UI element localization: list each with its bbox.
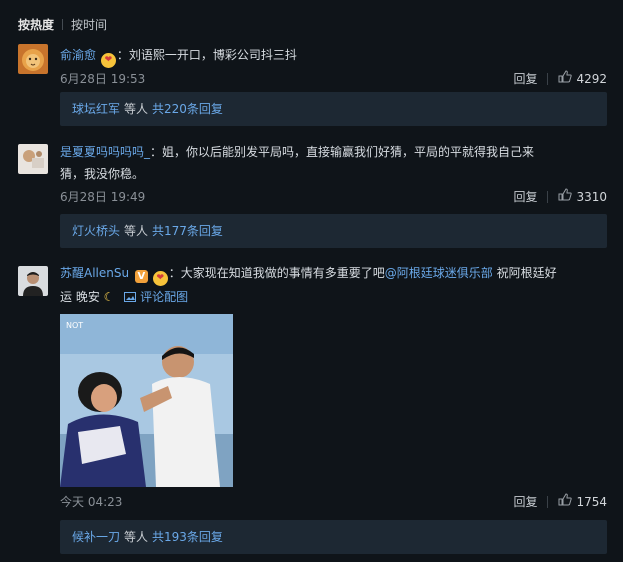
sort-divider <box>62 18 64 30</box>
sort-by-hot[interactable]: 按热度 <box>18 16 54 33</box>
comment-text-line: 俞渝愈 ❤ ：刘语熙一开口，博彩公司抖三抖 <box>60 44 607 68</box>
moon-emoji-icon: ☾ <box>103 290 115 304</box>
action-divider <box>547 495 549 508</box>
username[interactable]: 是夏夏吗吗吗吗_ <box>60 145 150 159</box>
thumbs-up-icon[interactable] <box>558 70 573 87</box>
reply-summary[interactable]: 候补一刀 等人 共193条回复 <box>60 520 607 554</box>
reply-summary-user[interactable]: 球坛红军 <box>72 102 120 116</box>
comment-text-line: 猜，我没你稳。 <box>60 163 607 185</box>
comment-text: ：大家现在知道我做的事情有多重要了吧 <box>168 266 385 280</box>
reply-summary-etc: 等人 <box>124 530 149 544</box>
like-count: 4292 <box>576 71 607 86</box>
comment-text: 祝阿根廷好 <box>492 266 557 280</box>
thumbs-up-icon[interactable] <box>558 188 573 205</box>
comment-body: 苏醒AllenSu V ❤ ：大家现在知道我做的事情有多重要了吧@阿根廷球迷俱乐部… <box>60 262 607 308</box>
reply-summary-total[interactable]: 共220条回复 <box>152 102 223 116</box>
like-count: 1754 <box>576 494 607 509</box>
sort-bar: 按热度 按时间 <box>18 16 107 32</box>
avatar[interactable] <box>18 44 48 74</box>
verified-badge-icon: V <box>134 270 148 283</box>
comment-text: 猜，我没你稳。 <box>60 167 145 181</box>
comment-time: 今天 04:23 <box>60 495 123 509</box>
comment-text-line: 苏醒AllenSu V ❤ ：大家现在知道我做的事情有多重要了吧@阿根廷球迷俱乐部… <box>60 262 607 286</box>
reply-button[interactable]: 回复 <box>513 70 537 87</box>
comment-time: 6月28日 19:53 <box>60 72 146 86</box>
reply-summary-etc: 等人 <box>124 224 149 238</box>
fan-emoji-icon: ❤ <box>152 271 168 286</box>
comment-body: 俞渝愈 ❤ ：刘语熙一开口，博彩公司抖三抖 6月28日 19:53 回复 4292 <box>60 44 607 88</box>
mention-link[interactable]: @阿根廷球迷俱乐部 <box>385 266 493 280</box>
comment-actions: 回复 1754 <box>513 493 607 510</box>
comment-picture-link[interactable]: 评论配图 <box>140 290 188 304</box>
username[interactable]: 俞渝愈 <box>60 48 96 62</box>
comment-text-line: 是夏夏吗吗吗吗_：姐，你以后能别发平局吗，直接输赢我们好猜，平局的平就得我自己来 <box>60 141 607 163</box>
fan-emoji-icon: ❤ <box>100 53 116 68</box>
comment-text: ：刘语熙一开口，博彩公司抖三抖 <box>116 48 297 62</box>
reply-summary-total[interactable]: 共193条回复 <box>152 530 223 544</box>
reply-summary-user[interactable]: 灯火桥头 <box>72 224 120 238</box>
reply-button[interactable]: 回复 <box>513 493 537 510</box>
reply-summary-etc: 等人 <box>124 102 149 116</box>
svg-text:NOT: NOT <box>66 321 83 330</box>
reply-summary[interactable]: 球坛红军 等人 共220条回复 <box>60 92 607 126</box>
reply-summary[interactable]: 灯火桥头 等人 共177条回复 <box>60 214 607 248</box>
comment-actions: 回复 4292 <box>513 70 607 87</box>
thumbs-up-icon[interactable] <box>558 493 573 510</box>
avatar[interactable] <box>18 144 48 174</box>
action-divider <box>547 72 549 85</box>
picture-icon[interactable] <box>124 290 140 304</box>
comment-text: 运 晚安 <box>60 290 100 304</box>
reply-button[interactable]: 回复 <box>513 188 537 205</box>
comment-text-line: 运 晚安 ☾ 评论配图 <box>60 286 607 308</box>
like-count: 3310 <box>576 189 607 204</box>
comment-meta: 今天 04:23 回复 1754 <box>60 491 607 511</box>
comment-meta: 6月28日 19:53 回复 4292 <box>60 68 607 88</box>
avatar[interactable] <box>18 266 48 296</box>
comment-actions: 回复 3310 <box>513 188 607 205</box>
username[interactable]: 苏醒AllenSu <box>60 266 129 280</box>
comment-text: ：姐，你以后能别发平局吗，直接输赢我们好猜，平局的平就得我自己来 <box>150 145 535 159</box>
comment-time: 6月28日 19:49 <box>60 190 146 204</box>
comment-image[interactable]: NOT <box>60 314 233 487</box>
sort-by-time[interactable]: 按时间 <box>71 16 107 33</box>
reply-summary-total[interactable]: 共177条回复 <box>152 224 223 238</box>
comment-body: 是夏夏吗吗吗吗_：姐，你以后能别发平局吗，直接输赢我们好猜，平局的平就得我自己来… <box>60 141 607 206</box>
reply-summary-user[interactable]: 候补一刀 <box>72 530 120 544</box>
comment-meta: 6月28日 19:49 回复 3310 <box>60 186 607 206</box>
action-divider <box>547 190 549 203</box>
